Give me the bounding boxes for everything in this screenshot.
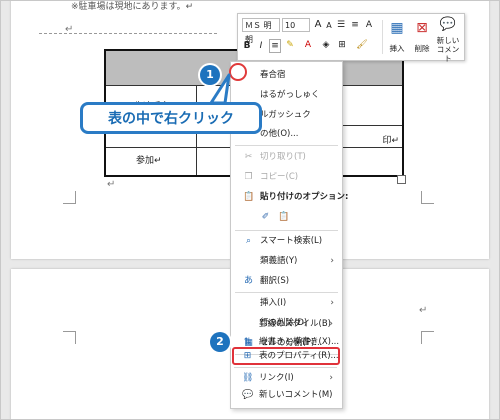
shrink-font-button[interactable]: A bbox=[324, 20, 334, 32]
scissors-icon: ✂ bbox=[244, 152, 253, 162]
delete-button[interactable]: ⊠ 削除 bbox=[411, 20, 433, 53]
numbering-icon[interactable]: ≡ bbox=[350, 19, 360, 31]
menu-separator bbox=[235, 230, 338, 231]
screenshot-frame: ※駐車場は現地にあります。↵ ↵ り 先達氏名↵ 参加↵ 印↵ ↵ ↵ ＭＳ 明… bbox=[0, 0, 500, 420]
borders-icon[interactable]: ⊞ bbox=[336, 39, 348, 51]
bullets-icon[interactable]: ☰ bbox=[336, 19, 346, 31]
delete-label: 削除 bbox=[414, 44, 430, 53]
menu-item-suggestion[interactable]: 春合宿 bbox=[231, 66, 342, 84]
menu-item-synonyms[interactable]: 類義語(Y) › bbox=[231, 252, 342, 270]
notice-text: ※駐車場は現地にあります。↵ bbox=[71, 2, 194, 12]
step-badge-2: 2 bbox=[210, 332, 230, 352]
insert-button[interactable]: ▦ 挿入 bbox=[386, 20, 408, 53]
seal-label: 印↵ bbox=[382, 136, 399, 146]
highlight-icon[interactable]: ✎ bbox=[284, 39, 296, 51]
font-size-select[interactable]: 10 bbox=[282, 18, 310, 32]
crop-mark bbox=[421, 191, 434, 204]
menu-separator bbox=[234, 367, 337, 368]
menu-item-new-comment[interactable]: 💬 新しいコメント(M) bbox=[230, 386, 341, 404]
divider bbox=[382, 20, 383, 54]
insert-label: 挿入 bbox=[389, 44, 405, 53]
step-badge-1: 1 bbox=[200, 65, 220, 85]
instruction-callout: 表の中で右クリック bbox=[80, 102, 262, 134]
crop-mark bbox=[63, 191, 76, 204]
paste-options-row: ✐ 📋 bbox=[231, 208, 342, 226]
menu-item-translate[interactable]: あ 翻訳(S) bbox=[231, 272, 342, 290]
paste-icon: 📋 bbox=[243, 192, 255, 202]
new-comment-button[interactable]: 💬 新しい コメント bbox=[434, 17, 462, 64]
chevron-right-icon: › bbox=[330, 256, 334, 266]
paragraph-mark: ↵ bbox=[107, 179, 116, 190]
menu-item-smart-lookup[interactable]: ⌕ スマート検索(L) bbox=[231, 232, 342, 250]
chevron-right-icon: › bbox=[330, 298, 334, 308]
menu-item-cut[interactable]: ✂ 切り取り(T) bbox=[231, 148, 342, 166]
menu-separator bbox=[235, 145, 338, 146]
translate-icon: あ bbox=[243, 276, 253, 286]
bold-button[interactable]: B bbox=[242, 40, 252, 52]
crop-mark bbox=[421, 331, 434, 344]
chevron-right-icon: › bbox=[329, 319, 333, 329]
menu-separator bbox=[235, 292, 338, 293]
new-comment-label: 新しい bbox=[436, 36, 460, 45]
comment-icon: 💬 bbox=[242, 390, 254, 400]
table-cell-label: 参加↵ bbox=[136, 156, 162, 166]
menu-item-insert[interactable]: 挿入(I) › bbox=[231, 294, 342, 312]
paragraph-mark: ↵ bbox=[419, 305, 428, 316]
paste-keep-format-icon[interactable]: ✐ bbox=[260, 212, 271, 223]
grow-font-button[interactable]: A bbox=[313, 19, 323, 31]
font-color-icon[interactable]: A bbox=[302, 39, 314, 51]
delete-table-icon: ⊠ bbox=[416, 20, 428, 36]
copy-icon: ❐ bbox=[244, 172, 253, 182]
comment-icon: 💬 bbox=[439, 17, 457, 32]
format-painter-icon[interactable]: 🖌 bbox=[356, 39, 368, 51]
chevron-right-icon: › bbox=[329, 373, 333, 383]
insert-table-icon: ▦ bbox=[390, 20, 404, 36]
font-name-select[interactable]: ＭＳ 明朝 bbox=[242, 18, 280, 44]
menu-item-copy[interactable]: ❐ コピー(C) bbox=[231, 168, 342, 186]
link-icon: ⛓ bbox=[242, 373, 254, 383]
dashed-separator bbox=[39, 33, 217, 34]
table-resize-handle[interactable] bbox=[397, 175, 406, 184]
crop-mark bbox=[63, 331, 76, 344]
search-icon: ⌕ bbox=[245, 236, 252, 246]
menu-item-border-styles[interactable]: 罫線のスタイル(B) › bbox=[230, 315, 341, 333]
menu-item-link[interactable]: ⛓ リンク(I) › bbox=[230, 369, 341, 387]
callout-text: 表の中で右クリック bbox=[108, 111, 234, 127]
highlight-box bbox=[232, 347, 340, 365]
shading-icon[interactable]: ◈ bbox=[320, 39, 332, 51]
styles-icon[interactable]: A bbox=[364, 19, 374, 31]
align-center-icon[interactable]: ≡ bbox=[269, 39, 281, 53]
mini-toolbar: ＭＳ 明朝 10 A A ☰ ≡ A B I ≡ ✎ A ◈ ⊞ 🖌 ▦ 挿入 … bbox=[237, 13, 465, 64]
new-comment-label: コメント bbox=[436, 45, 460, 63]
italic-button[interactable]: I bbox=[256, 40, 266, 52]
menu-item-paste-options: 📋 貼り付けのオプション: bbox=[243, 192, 349, 202]
paste-text-only-icon[interactable]: 📋 bbox=[278, 212, 289, 223]
